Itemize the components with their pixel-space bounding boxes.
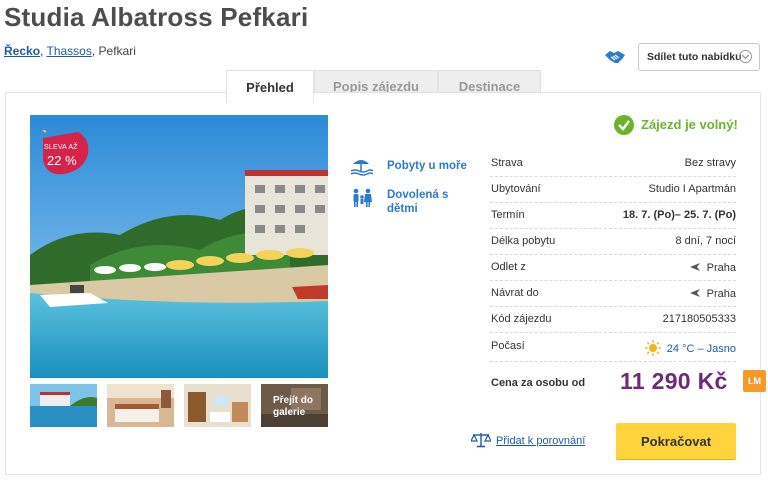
continue-button[interactable]: Pokračovat [616, 423, 736, 459]
gallery-link-label[interactable]: Přejít do galerie [273, 395, 323, 419]
detail-label: Kód zájezdu [491, 313, 552, 325]
detail-value: Praha [706, 262, 736, 274]
sale-percent: 22 % [47, 153, 77, 168]
share-label: Sdílet tuto nabídku [647, 51, 742, 63]
price-label: Cena za osobu od [491, 377, 586, 389]
detail-label: Návrat do [491, 287, 539, 299]
family-icon [353, 188, 372, 207]
detail-label: Odlet z [491, 261, 526, 273]
detail-value: 217180505333 [662, 313, 736, 325]
detail-value: 24 °C – Jasno [666, 343, 736, 355]
detail-row-weather: Počasí 24 °C – Jasno [490, 334, 736, 362]
thumbnail-2[interactable] [107, 384, 174, 427]
thumbnail-3[interactable] [184, 384, 251, 427]
detail-label: Počasí [491, 340, 525, 352]
tab-overview[interactable]: Přehled [226, 70, 314, 103]
check-circle-icon [614, 115, 634, 135]
detail-row-length: Délka pobytu 8 dní, 7 nocí [490, 229, 736, 255]
detail-row-code: Kód zájezdu 217180505333 [490, 307, 736, 333]
sale-label: SLEVA AŽ [44, 144, 78, 151]
scale-icon[interactable] [471, 432, 491, 448]
availability-status: Zájezd je volný! [641, 117, 738, 132]
last-minute-badge: LM [743, 370, 766, 392]
beach-umbrella-icon [351, 160, 373, 176]
breadcrumb: Řecko, Thassos, Pefkari [4, 44, 136, 58]
price-value: 11 290 Kč [620, 368, 728, 394]
airplane-icon [689, 289, 700, 297]
detail-row-departure: Odlet z Praha [490, 255, 736, 281]
share-dropdown[interactable]: Sdílet tuto nabídku [638, 43, 760, 71]
detail-value: Bez stravy [684, 157, 736, 169]
handshake-icon [605, 51, 625, 63]
breadcrumb-greece[interactable]: Řecko [4, 44, 40, 58]
detail-value: 8 dní, 7 nocí [675, 235, 736, 247]
airplane-icon [689, 263, 700, 271]
thumbnail-1[interactable] [30, 384, 97, 427]
detail-label: Ubytování [491, 183, 541, 195]
detail-row-board: Strava Bez stravy [490, 151, 736, 177]
detail-row-accommodation: Ubytování Studio I Apartmán [490, 177, 736, 203]
detail-value: Praha [706, 288, 736, 300]
detail-value: 18. 7. (Po)– 25. 7. (Po) [622, 209, 736, 221]
breadcrumb-thassos[interactable]: Thassos [46, 44, 91, 58]
page-title: Studia Albatross Pefkari [4, 2, 309, 32]
sun-icon [644, 340, 661, 356]
feature-family-holidays[interactable]: Dovolená s dětmi [387, 188, 457, 216]
add-to-compare-link[interactable]: Přidat k porovnání [496, 435, 585, 447]
detail-label: Termín [491, 209, 525, 221]
detail-row-dates: Termín 18. 7. (Po)– 25. 7. (Po) [490, 203, 736, 229]
chevron-down-icon [739, 50, 752, 63]
detail-label: Délka pobytu [491, 235, 556, 247]
feature-beach-holidays[interactable]: Pobyty u moře [387, 159, 477, 173]
detail-label: Strava [491, 157, 523, 169]
breadcrumb-pefkari: Pefkari [98, 44, 136, 58]
detail-row-return: Návrat do Praha [490, 281, 736, 307]
detail-value: Studio I Apartmán [648, 183, 736, 195]
